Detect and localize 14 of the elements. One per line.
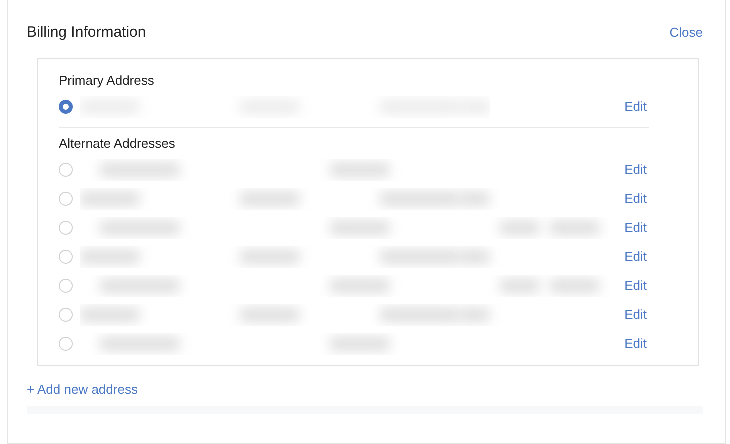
add-address-link[interactable]: + Add new address bbox=[27, 382, 138, 397]
edit-link[interactable]: Edit bbox=[624, 278, 647, 293]
edit-link[interactable]: Edit bbox=[624, 307, 647, 322]
edit-link[interactable]: Edit bbox=[624, 336, 647, 351]
edit-link[interactable]: Edit bbox=[624, 220, 647, 235]
edit-link[interactable]: Edit bbox=[624, 162, 647, 177]
edit-link[interactable]: Edit bbox=[624, 99, 647, 114]
section-heading: Alternate Addresses bbox=[59, 136, 176, 151]
section-heading: Primary Address bbox=[59, 73, 156, 88]
edit-link[interactable]: Edit bbox=[624, 249, 647, 264]
close-link[interactable]: Close bbox=[670, 24, 703, 40]
edit-link[interactable]: Edit bbox=[624, 191, 647, 206]
radio-button[interactable] bbox=[59, 100, 73, 114]
panel-title: Billing Information bbox=[27, 24, 146, 40]
